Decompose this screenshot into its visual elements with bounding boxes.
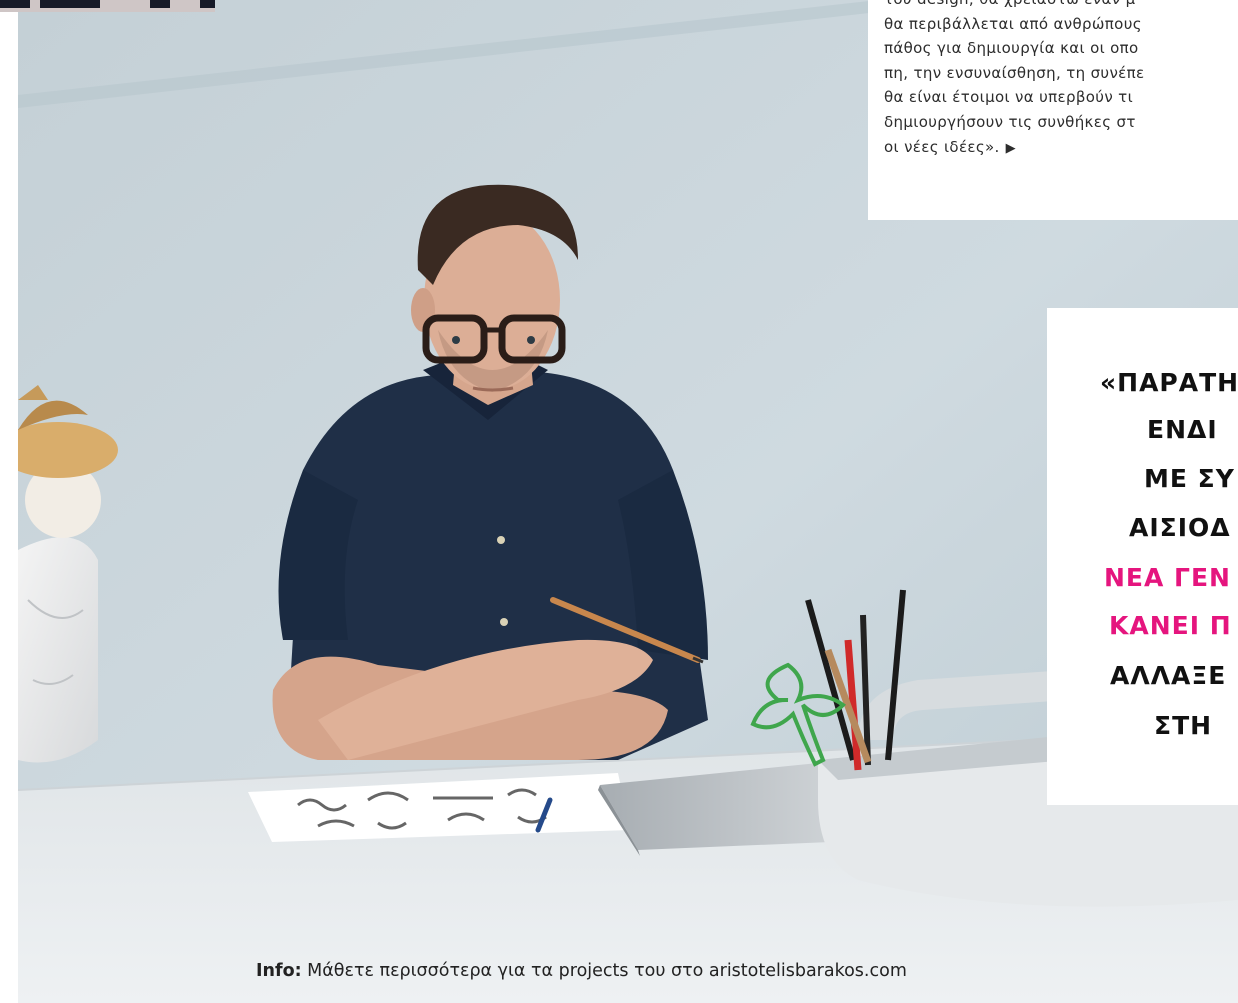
magazine-page: του design, θα χρειαστώ έναν μ θα περιβά… xyxy=(0,0,1238,1003)
body-text-box: του design, θα χρειαστώ έναν μ θα περιβά… xyxy=(868,0,1238,220)
pull-quote-box: «ΠΑΡΑΤΗ ΕΝΔΙ ΜΕ ΣΥ ΑΙΣΙΟΔ ΝΕΑ ΓΕΝ ΚΑΝΕΙ … xyxy=(1047,308,1238,805)
pull-quote-line: ΜΕ ΣΥ xyxy=(1144,464,1235,493)
body-line: θα είναι έτοιμοι να υπερβούν τι xyxy=(884,88,1133,107)
body-line: πη, την ενσυναίσθηση, τη συνέπε xyxy=(884,63,1145,82)
corner-swatch xyxy=(0,0,215,12)
body-text: του design, θα χρειαστώ έναν μ θα περιβά… xyxy=(884,0,1238,161)
continue-arrow-icon: ▶ xyxy=(1005,140,1017,156)
body-line: του design, θα χρειαστώ έναν μ xyxy=(884,0,1238,12)
pull-quote-line-accent: ΝΕΑ ΓΕΝ xyxy=(1104,563,1231,592)
pull-quote-line: ΑΙΣΙΟΔ xyxy=(1129,513,1231,542)
pull-quote-line: «ΠΑΡΑΤΗ xyxy=(1100,368,1238,397)
pull-quote-line: ΕΝΔΙ xyxy=(1147,415,1218,444)
pull-quote-line-accent: ΚΑΝΕΙ Π xyxy=(1109,611,1232,640)
body-line: δημιουργήσουν τις συνθήκες στ xyxy=(884,112,1136,131)
caption-label: Info: xyxy=(256,961,302,981)
pull-quote-line: ΣΤΗ xyxy=(1154,711,1213,740)
body-line-last: οι νέες ιδέες». ▶ xyxy=(884,135,1238,162)
photo-caption: Info: Μάθετε περισσότερα για τα projects… xyxy=(256,961,907,981)
caption-text: Μάθετε περισσότερα για τα projects του σ… xyxy=(301,961,907,981)
body-line: πάθος για δημιουργία και οι οπο xyxy=(884,39,1139,58)
body-line-last-text: οι νέες ιδέες». xyxy=(884,137,1000,156)
body-line: θα περιβάλλεται από ανθρώπους xyxy=(884,14,1142,33)
pull-quote-line: ΑΛΛΑΞΕ xyxy=(1110,661,1227,690)
